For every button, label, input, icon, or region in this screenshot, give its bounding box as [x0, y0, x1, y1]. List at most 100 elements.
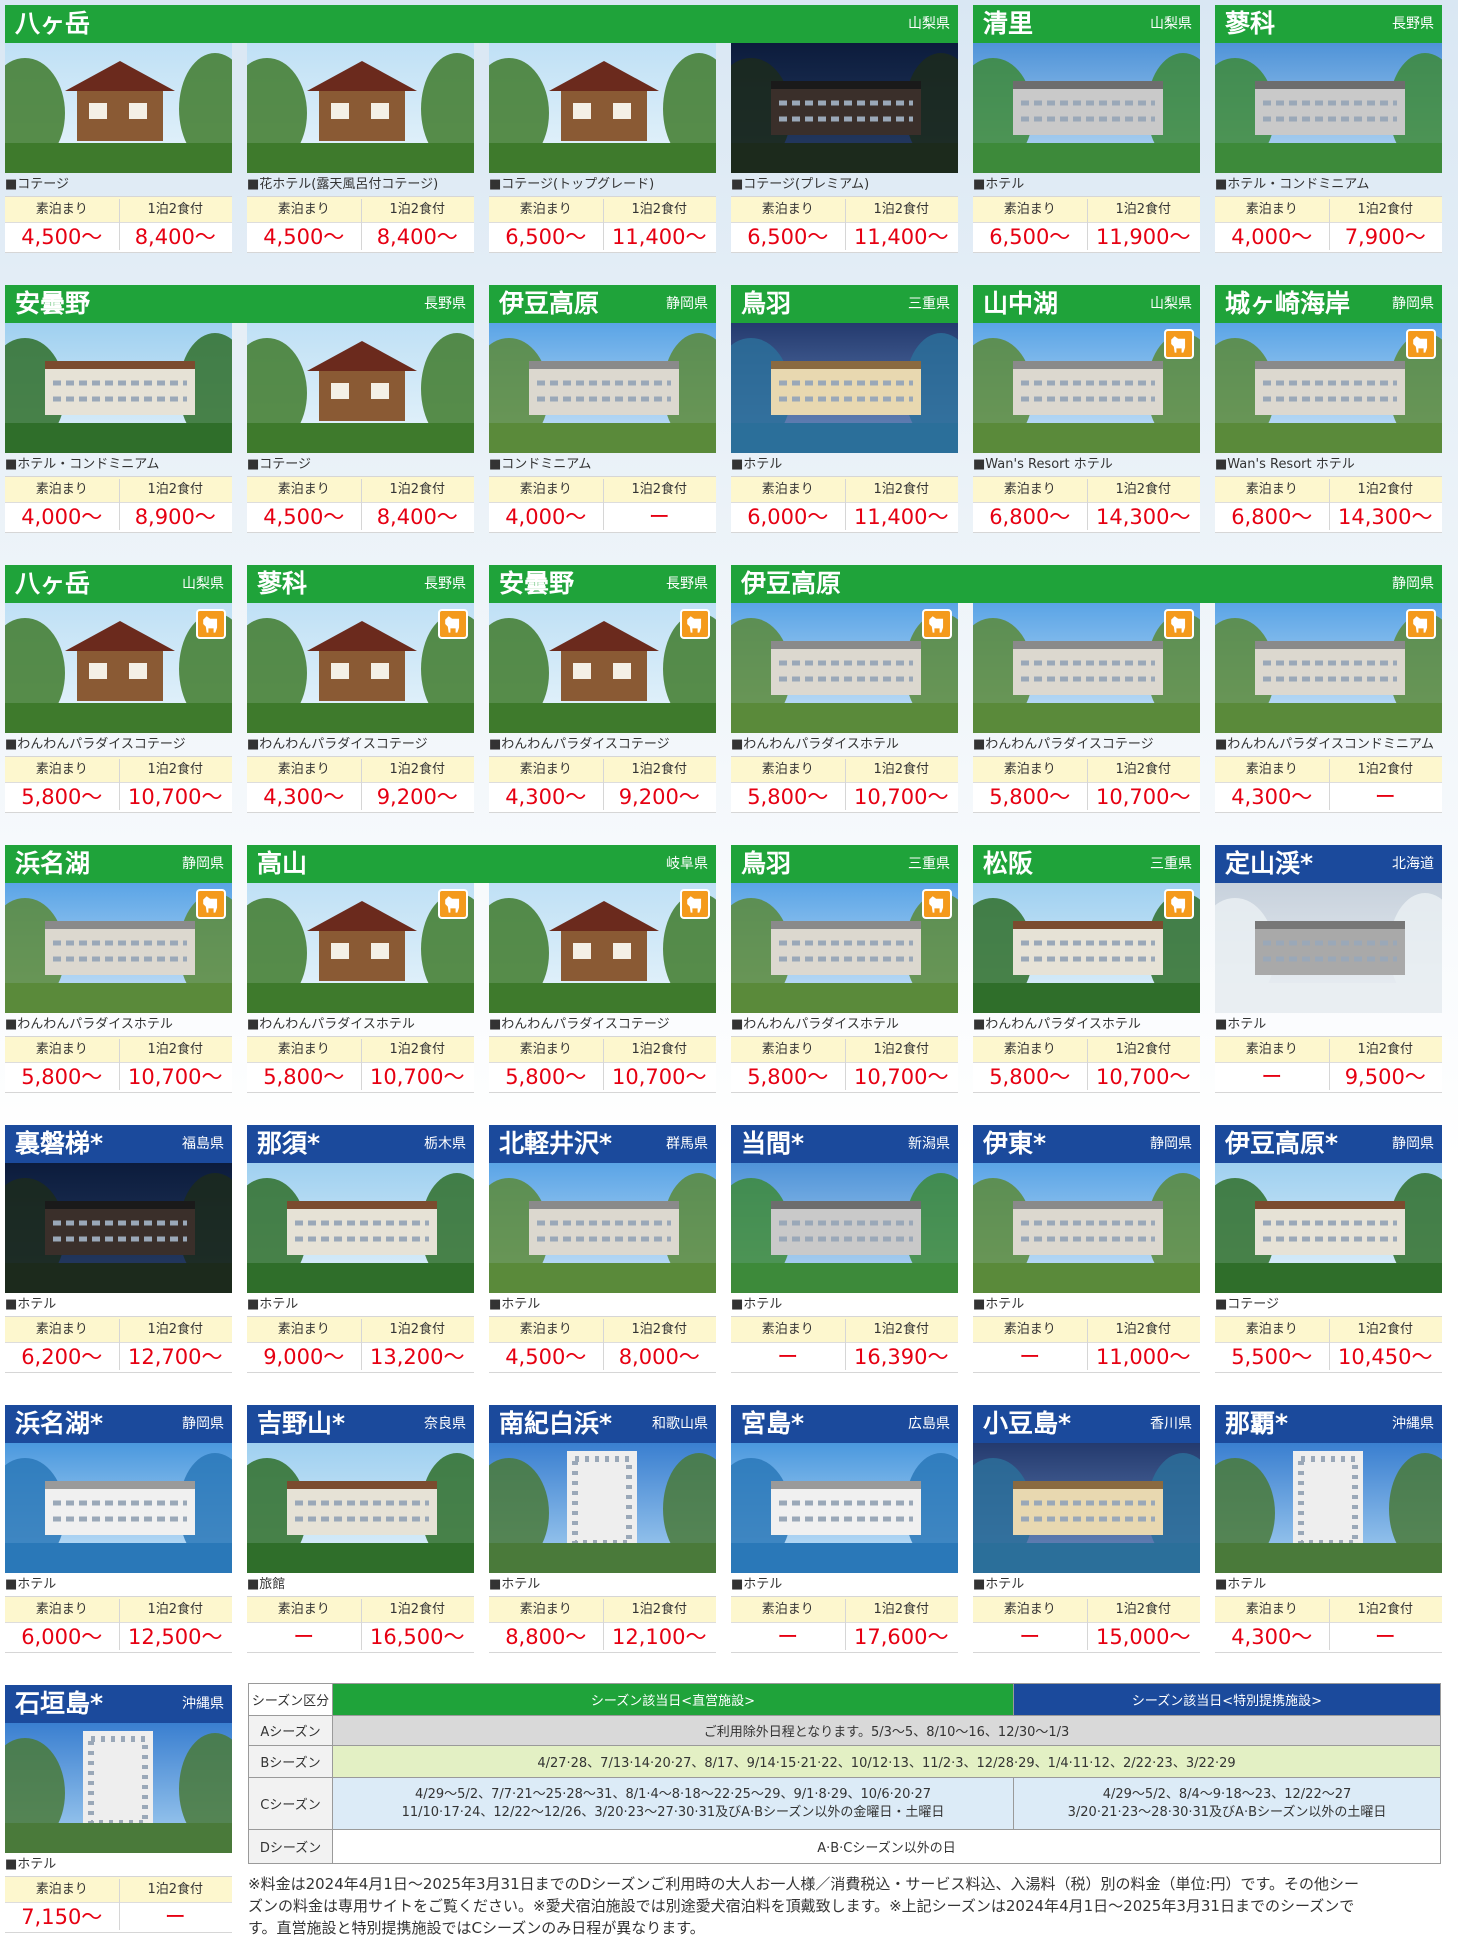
- price-table: 素泊まり 1泊2食付 5,800～ 10,700～: [247, 1036, 474, 1093]
- price-label-two-meals: 1泊2食付: [360, 477, 474, 503]
- facility-card: ■わんわんパラダイスコテージ 素泊まり 1泊2食付 4,300～ 9,200～: [489, 603, 716, 830]
- price-two-meals: 17,600～: [854, 1625, 949, 1649]
- prefecture-label: 山梨県: [1150, 296, 1192, 312]
- price-room-only: 5,800～: [747, 785, 829, 809]
- facility-card: ■ホテル 素泊まり 1泊2食付 4,500～ 8,000～: [489, 1163, 716, 1390]
- price-label-two-meals: 1泊2食付: [118, 757, 232, 783]
- facility-type: ■ホテル: [1215, 1017, 1267, 1032]
- notes-line-2: ズンの料金は専用サイトをご覧ください。※愛犬宿泊施設では別途愛犬宿泊料を頂戴致し…: [248, 1897, 1355, 1915]
- dog-friendly-icon: [1164, 329, 1194, 359]
- prefecture-label: 静岡県: [1392, 576, 1434, 592]
- price-label-two-meals: 1泊2食付: [844, 1037, 958, 1063]
- price-label-room-only: 素泊まり: [247, 477, 361, 503]
- price-table: 素泊まり 1泊2食付 6,200～ 12,700～: [5, 1316, 232, 1373]
- area-name: 蓼科: [1225, 9, 1276, 38]
- area-header: 鳥羽 三重県: [731, 285, 958, 323]
- price-divider: [118, 1039, 120, 1090]
- facility-card: ■コテージ(プレミアム) 素泊まり 1泊2食付 6,500～ 11,400～: [731, 43, 958, 270]
- price-table: 素泊まり 1泊2食付 9,000～ 13,200～: [247, 1316, 474, 1373]
- price-divider: [360, 1319, 362, 1370]
- facility-type: ■わんわんパラダイスコンドミニアム: [1215, 737, 1434, 752]
- price-room-only: ー: [293, 1625, 315, 1649]
- prefecture-label: 群馬県: [666, 1136, 708, 1152]
- facility-card: ■花ホテル(露天風呂付コテージ) 素泊まり 1泊2食付 4,500～ 8,400～: [247, 43, 474, 270]
- price-two-meals: 9,200～: [376, 785, 458, 809]
- price-divider: [1086, 199, 1088, 250]
- price-label-room-only: 素泊まり: [973, 1597, 1087, 1623]
- facility-photo: [973, 1443, 1200, 1573]
- price-label-room-only: 素泊まり: [1215, 1037, 1329, 1063]
- prefecture-label: 栃木県: [424, 1136, 466, 1152]
- price-room-only: 5,800～: [505, 1065, 587, 1089]
- area-name: 裏磐梯*: [15, 1129, 104, 1158]
- price-two-meals: ー: [164, 1905, 186, 1929]
- price-table: 素泊まり 1泊2食付ー 16,390～: [731, 1316, 958, 1373]
- notes-line-3: す。直営施設と特別提携施設ではCシーズンのみ日程が異なります。: [248, 1919, 705, 1935]
- price-label-room-only: 素泊まり: [973, 477, 1087, 503]
- prefecture-label: 新潟県: [908, 1136, 950, 1152]
- facility-card: ■コテージ 素泊まり 1泊2食付 4,500～ 8,400～: [5, 43, 232, 270]
- price-room-only: 9,000～: [263, 1345, 345, 1369]
- facility-type: ■わんわんパラダイスホテル: [731, 1017, 899, 1032]
- area-header: 蓼科 長野県: [1215, 5, 1442, 43]
- price-two-meals: 8,900～: [134, 505, 216, 529]
- facility-type: ■コテージ: [1215, 1297, 1280, 1312]
- price-label-room-only: 素泊まり: [489, 477, 603, 503]
- price-room-only: ー: [1019, 1625, 1041, 1649]
- price-label-two-meals: 1泊2食付: [602, 197, 716, 223]
- prefecture-label: 福島県: [182, 1136, 224, 1152]
- area-name: 城ヶ崎海岸: [1225, 289, 1351, 318]
- price-table: 素泊まり 1泊2食付 4,000～ ー: [489, 476, 716, 533]
- area-header: 定山渓* 北海道: [1215, 845, 1442, 883]
- area-header: 高山 岐阜県: [247, 845, 716, 883]
- price-divider: [602, 1039, 604, 1090]
- price-room-only: 6,800～: [1231, 505, 1313, 529]
- facility-card: ■ホテル 素泊まり 1泊2食付 6,000～ 12,500～: [5, 1443, 232, 1670]
- facility-type: ■ホテル: [5, 1577, 57, 1592]
- prefecture-label: 長野県: [424, 576, 466, 592]
- price-label-room-only: 素泊まり: [247, 1597, 361, 1623]
- area-name: 山中湖: [983, 289, 1059, 318]
- price-label-two-meals: 1泊2食付: [118, 1317, 232, 1343]
- price-table: 素泊まり 1泊2食付 4,300～ 9,200～: [247, 756, 474, 813]
- price-room-only: 5,800～: [263, 1065, 345, 1089]
- facility-card: ■わんわんパラダイスコンドミニアム 素泊まり 1泊2食付 4,300～ ー: [1215, 603, 1442, 830]
- price-table: 素泊まり 1泊2食付 6,800～ 14,300～: [973, 476, 1200, 533]
- price-label-room-only: 素泊まり: [1215, 757, 1329, 783]
- price-label-two-meals: 1泊2食付: [1328, 1317, 1442, 1343]
- area-header: 伊豆高原 静岡県: [489, 285, 716, 323]
- prefecture-label: 静岡県: [1392, 296, 1434, 312]
- price-label-two-meals: 1泊2食付: [118, 477, 232, 503]
- price-two-meals: 14,300～: [1096, 505, 1191, 529]
- price-room-only: 4,000～: [21, 505, 103, 529]
- prefecture-label: 静岡県: [182, 856, 224, 872]
- price-label-room-only: 素泊まり: [489, 757, 603, 783]
- price-two-meals: 8,000～: [618, 1345, 700, 1369]
- price-room-only: 6,800～: [989, 505, 1071, 529]
- facility-photo: [247, 1443, 474, 1573]
- prefecture-label: 北海道: [1392, 856, 1434, 872]
- price-label-two-meals: 1泊2食付: [118, 1037, 232, 1063]
- price-label-room-only: 素泊まり: [5, 1317, 119, 1343]
- price-divider: [602, 199, 604, 250]
- price-two-meals: 12,100～: [612, 1625, 707, 1649]
- facility-card: ■わんわんパラダイスコテージ 素泊まり 1泊2食付 5,800～ 10,700～: [489, 883, 716, 1110]
- facility-card: ■ホテル・コンドミニアム 素泊まり 1泊2食付 4,000～ 7,900～: [1215, 43, 1442, 270]
- notes-line-1: ※料金は2024年4月1日～2025年3月31日までのDシーズンご利用時の大人お…: [248, 1875, 1359, 1893]
- price-two-meals: ー: [1374, 1625, 1396, 1649]
- area-header: 裏磐梯* 福島県: [5, 1125, 232, 1163]
- price-room-only: 8,800～: [505, 1625, 587, 1649]
- price-room-only: 4,500～: [263, 225, 345, 249]
- price-table: 素泊まり 1泊2食付 4,500～ 8,000～: [489, 1316, 716, 1373]
- price-room-only: 4,500～: [21, 225, 103, 249]
- facility-photo: [731, 1163, 958, 1293]
- facility-photo: [489, 43, 716, 173]
- price-room-only: 4,300～: [263, 785, 345, 809]
- area-name: 鳥羽: [741, 289, 792, 318]
- facility-card: ■旅館 素泊まり 1泊2食付ー 16,500～: [247, 1443, 474, 1670]
- prefecture-label: 香川県: [1150, 1416, 1192, 1432]
- price-room-only: 4,500～: [263, 505, 345, 529]
- facility-type: ■わんわんパラダイスホテル: [5, 1017, 173, 1032]
- price-label-two-meals: 1泊2食付: [360, 1037, 474, 1063]
- facility-card: ■ホテル 素泊まり 1泊2食付ー 15,000～: [973, 1443, 1200, 1670]
